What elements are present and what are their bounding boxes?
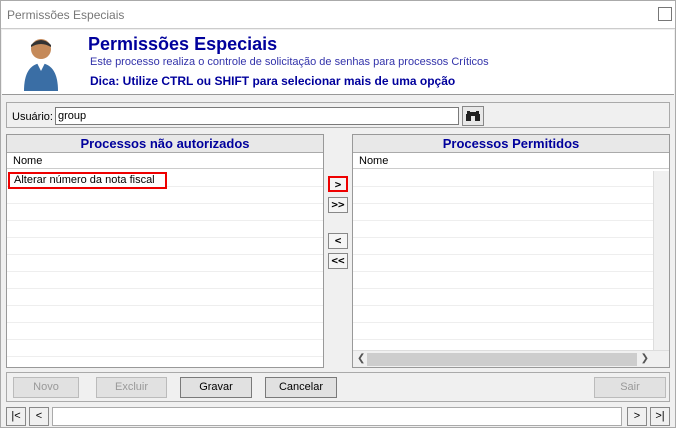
move-one-button[interactable]: > [328, 176, 348, 192]
user-input[interactable] [55, 107, 459, 125]
unauthorized-panel-title: Processos não autorizados [7, 135, 323, 153]
page-title: Permissões Especiais [88, 34, 278, 54]
list-row [353, 238, 653, 255]
save-button[interactable]: Gravar [180, 377, 252, 398]
unauthorized-list [7, 170, 323, 367]
nav-track[interactable] [52, 407, 622, 426]
nav-prev-button[interactable]: < [29, 407, 49, 426]
list-row [353, 170, 653, 187]
exit-button[interactable]: Sair [594, 377, 666, 398]
close-icon[interactable] [658, 7, 672, 21]
user-avatar-icon [24, 39, 58, 91]
nav-last-button[interactable]: >| [650, 407, 670, 426]
user-bar: Usuário: [6, 102, 670, 128]
list-row [353, 221, 653, 238]
list-row [353, 323, 653, 340]
horizontal-scrollbar[interactable]: ❮ ❯ [353, 350, 669, 367]
list-item[interactable]: Alterar número da nota fiscal [8, 172, 167, 189]
back-one-button[interactable]: < [328, 233, 348, 249]
nav-first-button[interactable]: |< [6, 407, 26, 426]
list-row [353, 272, 653, 289]
list-row [353, 204, 653, 221]
list-row [7, 187, 323, 204]
permitted-list [353, 170, 653, 350]
permitted-column-header[interactable]: Nome [353, 153, 669, 169]
list-row [353, 255, 653, 272]
move-all-button[interactable]: >> [328, 197, 348, 213]
permitted-panel: Processos Permitidos Nome ❮ ❯ [352, 134, 670, 368]
unauthorized-column-header[interactable]: Nome [7, 153, 323, 169]
tip-text: Dica: Utilize CTRL ou SHIFT para selecio… [90, 74, 456, 88]
user-label: Usuário: [12, 111, 53, 123]
binoculars-icon [466, 111, 480, 121]
action-bar: Novo Excluir Gravar Cancelar Sair [6, 372, 670, 402]
record-navigator: |< < > >| [2, 406, 674, 427]
window: Permissões Especiais Permissões Especiai… [0, 0, 676, 428]
list-row [7, 323, 323, 340]
list-row [7, 306, 323, 323]
list-row [7, 255, 323, 272]
list-row [7, 340, 323, 357]
list-row [7, 289, 323, 306]
new-button[interactable]: Novo [13, 377, 79, 398]
list-row [353, 187, 653, 204]
list-row [7, 204, 323, 221]
transfer-controls: > >> < << [324, 134, 352, 368]
back-all-button[interactable]: << [328, 253, 348, 269]
nav-next-button[interactable]: > [627, 407, 647, 426]
permitted-panel-title: Processos Permitidos [353, 135, 669, 153]
list-row [7, 238, 323, 255]
vertical-scrollbar[interactable] [653, 171, 669, 367]
header-panel: Permissões Especiais Este processo reali… [2, 30, 674, 95]
binoculars-button[interactable] [462, 106, 484, 126]
list-row [353, 289, 653, 306]
list-row [7, 221, 323, 238]
list-row [7, 272, 323, 289]
page-subtitle: Este processo realiza o controle de soli… [90, 56, 489, 68]
cancel-button[interactable]: Cancelar [265, 377, 337, 398]
scroll-thumb[interactable] [367, 353, 637, 366]
window-title: Permissões Especiais [1, 1, 675, 29]
unauthorized-panel: Processos não autorizados Nome Alterar n… [6, 134, 324, 368]
scroll-left-icon[interactable]: ❮ [357, 353, 365, 364]
list-row [353, 306, 653, 323]
delete-button[interactable]: Excluir [96, 377, 167, 398]
scroll-right-icon[interactable]: ❯ [641, 353, 649, 364]
